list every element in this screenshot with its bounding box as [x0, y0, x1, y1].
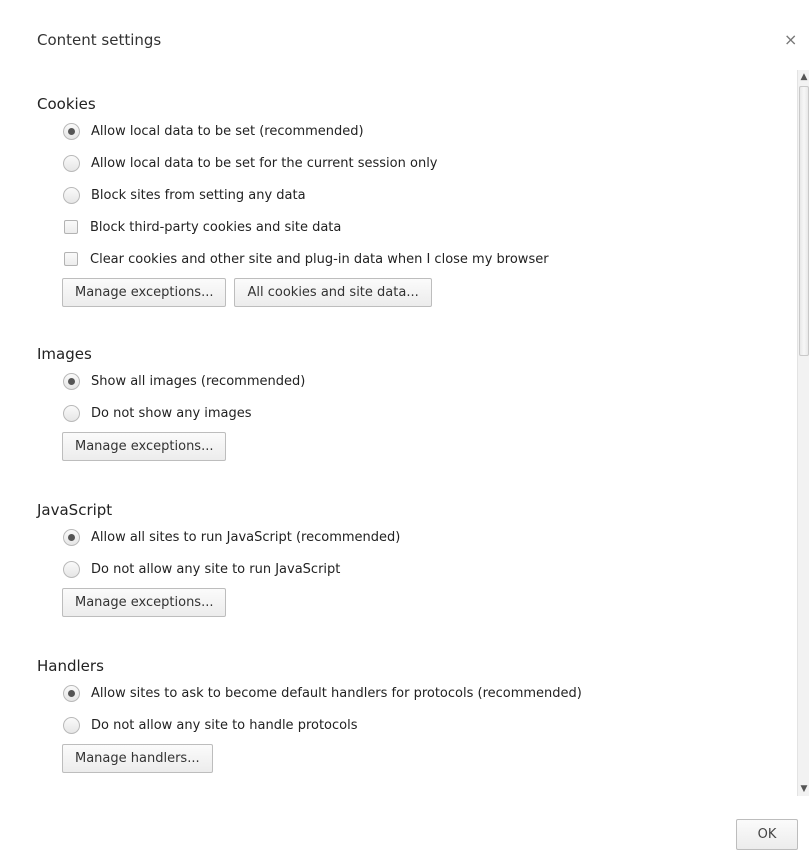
- handlers-option-1[interactable]: Do not allow any site to handle protocol…: [63, 709, 777, 741]
- option-label: Show all images (recommended): [91, 373, 306, 389]
- radio-button[interactable]: [63, 154, 80, 172]
- radio-button[interactable]: [63, 528, 80, 546]
- ok-button[interactable]: OK: [736, 819, 798, 850]
- images-buttons: Manage exceptions...: [62, 432, 777, 461]
- option-label: Do not allow any site to handle protocol…: [91, 717, 358, 733]
- option-label: Block third-party cookies and site data: [90, 219, 342, 235]
- cookies-option-1[interactable]: Allow local data to be set for the curre…: [63, 147, 777, 179]
- scroll-up-icon[interactable]: ▲: [798, 70, 809, 84]
- checkbox[interactable]: [64, 252, 78, 266]
- scroll-thumb[interactable]: [799, 86, 809, 356]
- cookies-buttons: Manage exceptions... All cookies and sit…: [62, 278, 777, 307]
- radio-button[interactable]: [63, 560, 80, 578]
- images-options: Show all images (recommended) Do not show…: [37, 365, 777, 429]
- images-section: Images Show all images (recommended) Do n…: [37, 343, 777, 461]
- cookies-title: Cookies: [37, 95, 96, 113]
- handlers-section: Handlers Allow sites to ask to become de…: [37, 655, 777, 773]
- option-label: Clear cookies and other site and plug-in…: [90, 251, 549, 267]
- manage-handlers-button[interactable]: Manage handlers...: [62, 744, 213, 773]
- dialog-title: Content settings: [37, 31, 162, 49]
- handlers-title: Handlers: [37, 657, 104, 675]
- all-cookies-button[interactable]: All cookies and site data...: [234, 278, 432, 307]
- option-label: Do not allow any site to run JavaScript: [91, 561, 341, 577]
- javascript-manage-exceptions-button[interactable]: Manage exceptions...: [62, 588, 227, 617]
- option-label: Allow local data to be set (recommended): [91, 123, 364, 139]
- checkbox[interactable]: [64, 220, 78, 234]
- option-label: Allow sites to ask to become default han…: [91, 685, 582, 701]
- scrollbar[interactable]: ▲ ▼: [797, 70, 809, 796]
- javascript-option-0[interactable]: Allow all sites to run JavaScript (recom…: [63, 521, 777, 553]
- javascript-option-1[interactable]: Do not allow any site to run JavaScript: [63, 553, 777, 585]
- javascript-options: Allow all sites to run JavaScript (recom…: [37, 521, 777, 585]
- cookies-options: Allow local data to be set (recommended)…: [37, 115, 777, 275]
- option-label: Do not show any images: [91, 405, 252, 421]
- radio-button[interactable]: [63, 122, 80, 140]
- option-label: Block sites from setting any data: [91, 187, 306, 203]
- radio-button[interactable]: [63, 186, 80, 204]
- cookies-option-0[interactable]: Allow local data to be set (recommended): [63, 115, 777, 147]
- images-manage-exceptions-button[interactable]: Manage exceptions...: [62, 432, 227, 461]
- cookies-manage-exceptions-button[interactable]: Manage exceptions...: [62, 278, 227, 307]
- handlers-options: Allow sites to ask to become default han…: [37, 677, 777, 741]
- radio-button[interactable]: [63, 716, 80, 734]
- radio-button[interactable]: [63, 404, 80, 422]
- cookies-option-4[interactable]: Clear cookies and other site and plug-in…: [63, 243, 777, 275]
- close-icon[interactable]: ×: [784, 31, 797, 49]
- images-option-0[interactable]: Show all images (recommended): [63, 365, 777, 397]
- option-label: Allow all sites to run JavaScript (recom…: [91, 529, 401, 545]
- images-option-1[interactable]: Do not show any images: [63, 397, 777, 429]
- radio-button[interactable]: [63, 372, 80, 390]
- javascript-title: JavaScript: [37, 501, 113, 519]
- radio-button[interactable]: [63, 684, 80, 702]
- handlers-buttons: Manage handlers...: [62, 744, 777, 773]
- handlers-option-0[interactable]: Allow sites to ask to become default han…: [63, 677, 777, 709]
- cookies-section: Cookies Allow local data to be set (reco…: [37, 93, 777, 307]
- javascript-buttons: Manage exceptions...: [62, 588, 777, 617]
- cookies-option-3[interactable]: Block third-party cookies and site data: [63, 211, 777, 243]
- settings-content: Cookies Allow local data to be set (reco…: [0, 86, 796, 794]
- option-label: Allow local data to be set for the curre…: [91, 155, 438, 171]
- images-title: Images: [37, 345, 92, 363]
- javascript-section: JavaScript Allow all sites to run JavaSc…: [37, 499, 777, 617]
- scroll-down-icon[interactable]: ▼: [798, 782, 809, 796]
- cookies-option-2[interactable]: Block sites from setting any data: [63, 179, 777, 211]
